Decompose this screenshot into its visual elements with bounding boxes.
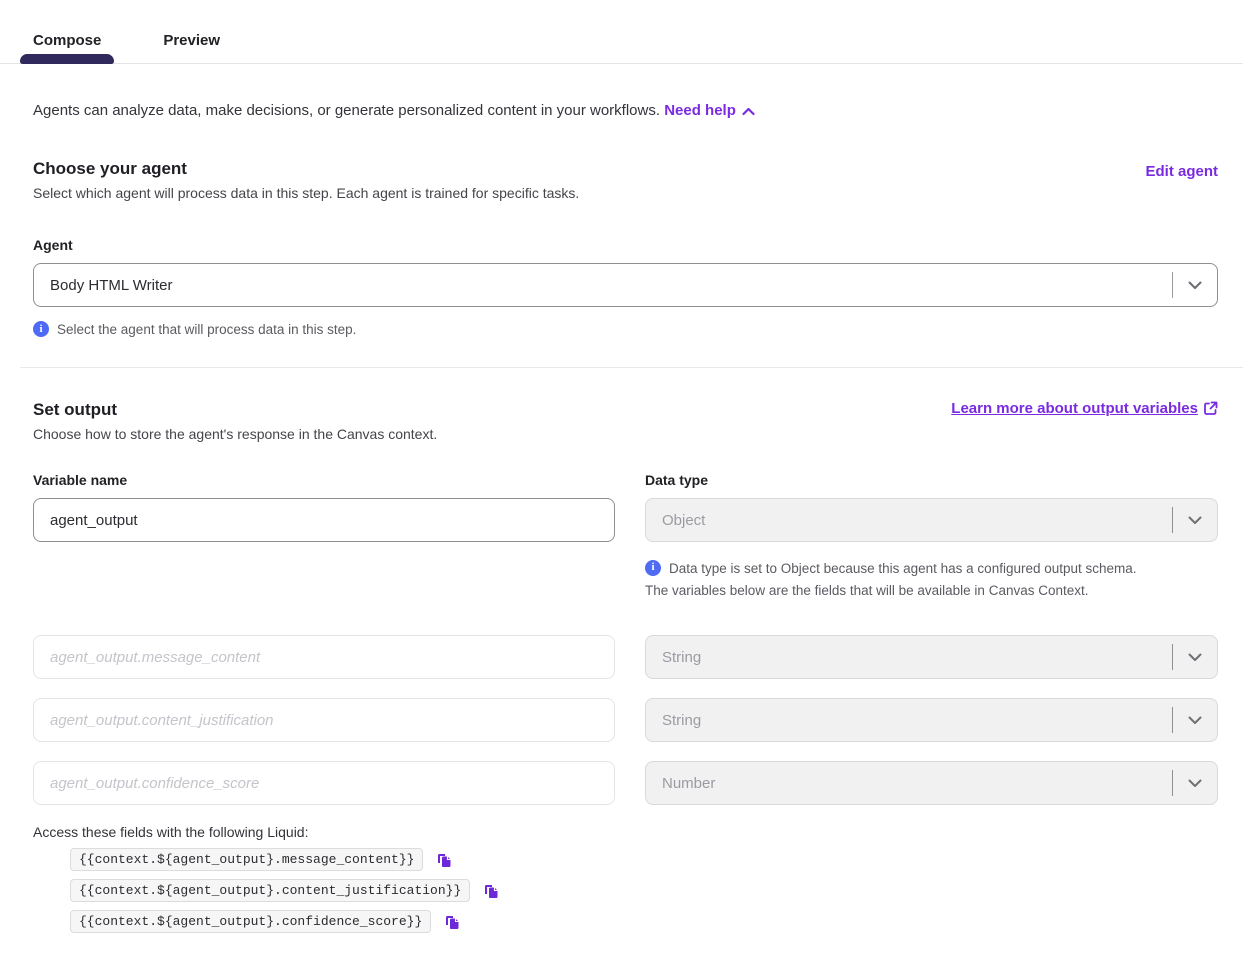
tab-preview[interactable]: Preview (150, 26, 233, 63)
field-name-input-message-content (33, 635, 615, 679)
choose-agent-title: Choose your agent (33, 159, 579, 179)
liquid-snippet-row: {{context.${agent_output}.content_justif… (70, 879, 1218, 902)
tab-bar: Compose Preview (0, 26, 1243, 64)
field-type-value: String (662, 649, 1172, 666)
external-link-icon (1203, 401, 1218, 416)
output-field-row: String (33, 698, 1218, 742)
data-type-hint-line2: The variables below are the fields that … (645, 580, 1218, 602)
field-type-select: String (645, 635, 1218, 679)
liquid-snippet-message-content: {{context.${agent_output}.message_conten… (70, 848, 423, 871)
agent-label: Agent (33, 237, 1218, 253)
liquid-access-title: Access these fields with the following L… (33, 824, 1218, 840)
chevron-down-icon (1173, 281, 1217, 290)
agent-select-value: Body HTML Writer (50, 277, 1172, 294)
set-output-title: Set output (33, 400, 437, 420)
chevron-down-icon (1173, 653, 1217, 662)
copy-icon[interactable] (441, 911, 463, 933)
chevron-up-icon (742, 107, 755, 116)
data-type-value: Object (662, 512, 1172, 529)
section-divider (20, 367, 1243, 368)
intro-sentence: Agents can analyze data, make decisions,… (33, 102, 660, 119)
need-help-link[interactable]: Need help (664, 102, 755, 119)
field-name-input-content-justification (33, 698, 615, 742)
chevron-down-icon (1173, 716, 1217, 725)
need-help-label: Need help (664, 102, 736, 119)
field-type-value: Number (662, 775, 1172, 792)
liquid-snippet-content-justification: {{context.${agent_output}.content_justif… (70, 879, 470, 902)
liquid-snippet-confidence-score: {{context.${agent_output}.confidence_sco… (70, 910, 431, 933)
set-output-subtitle: Choose how to store the agent's response… (33, 426, 437, 442)
output-field-list: String String (33, 635, 1218, 805)
field-type-value: String (662, 712, 1172, 729)
copy-icon[interactable] (433, 849, 455, 871)
info-icon (33, 321, 49, 337)
choose-agent-subtitle: Select which agent will process data in … (33, 185, 579, 201)
learn-more-label: Learn more about output variables (951, 400, 1198, 417)
agent-hint-text: Select the agent that will process data … (57, 322, 356, 337)
tab-compose[interactable]: Compose (20, 26, 114, 63)
data-type-hint: Data type is set to Object because this … (645, 558, 1218, 601)
variable-name-label: Variable name (33, 472, 615, 488)
set-output-section: Set output Choose how to store the agent… (33, 400, 1218, 933)
output-field-row: String (33, 635, 1218, 679)
liquid-snippet-row: {{context.${agent_output}.confidence_sco… (70, 910, 1218, 933)
variable-name-input[interactable] (33, 498, 615, 542)
liquid-snippet-row: {{context.${agent_output}.message_conten… (70, 848, 1218, 871)
info-icon (645, 560, 661, 576)
field-type-select: Number (645, 761, 1218, 805)
field-type-select: String (645, 698, 1218, 742)
field-name-input-confidence-score (33, 761, 615, 805)
learn-more-link[interactable]: Learn more about output variables (951, 400, 1218, 417)
agent-select[interactable]: Body HTML Writer (33, 263, 1218, 307)
chevron-down-icon (1173, 516, 1217, 525)
output-field-row: Number (33, 761, 1218, 805)
choose-agent-section: Choose your agent Select which agent wil… (33, 159, 1218, 368)
chevron-down-icon (1173, 779, 1217, 788)
intro-text: Agents can analyze data, make decisions,… (33, 102, 1218, 119)
copy-icon[interactable] (480, 880, 502, 902)
data-type-select: Object (645, 498, 1218, 542)
data-type-hint-line1: Data type is set to Object because this … (669, 558, 1137, 580)
agent-step-panel: Compose Preview Agents can analyze data,… (0, 0, 1243, 978)
data-type-label: Data type (645, 472, 1218, 488)
edit-agent-link[interactable]: Edit agent (1145, 163, 1218, 180)
